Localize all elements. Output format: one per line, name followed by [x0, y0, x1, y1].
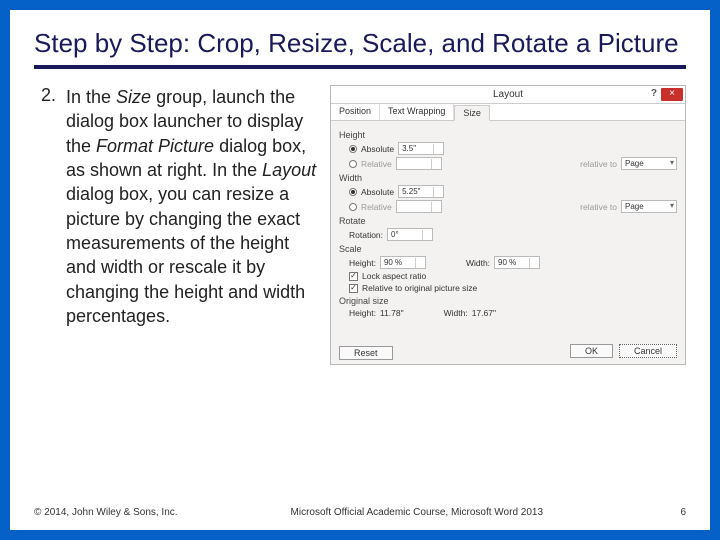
slide-title: Step by Step: Crop, Resize, Scale, and R… [34, 28, 686, 69]
tab-size[interactable]: Size [454, 105, 490, 121]
width-absolute-radio[interactable] [349, 188, 357, 196]
dialog-titlebar: Layout ? × [331, 86, 685, 104]
width-relative-to-dd[interactable]: Page [621, 200, 677, 213]
scale-width-spin[interactable]: 90 % [494, 256, 540, 269]
height-relative-spin[interactable] [396, 157, 442, 170]
lock-aspect-checkbox[interactable]: ✓ [349, 272, 358, 281]
group-width: Width [339, 173, 677, 183]
dialog-tabs: Position Text Wrapping Size [331, 104, 685, 121]
page-number: 6 [656, 507, 686, 518]
t: In the [66, 87, 116, 107]
lbl: Absolute [361, 187, 394, 197]
help-icon[interactable]: ? [651, 88, 657, 99]
lbl: Width: [444, 308, 468, 318]
scale-height-spin[interactable]: 90 % [380, 256, 426, 269]
height-relative-radio[interactable] [349, 160, 357, 168]
reset-button[interactable]: Reset [339, 346, 393, 360]
lbl: Rotation: [349, 230, 383, 240]
lbl: Lock aspect ratio [362, 271, 426, 281]
group-scale: Scale [339, 244, 677, 254]
step-number: 2. [34, 85, 66, 493]
width-relative-spin[interactable] [396, 200, 442, 213]
course-name: Microsoft Official Academic Course, Micr… [178, 507, 656, 518]
val: 17.67" [472, 308, 496, 318]
close-icon[interactable]: × [661, 88, 683, 101]
lbl: Relative [361, 202, 392, 212]
slide-footer: © 2014, John Wiley & Sons, Inc. Microsof… [34, 507, 686, 518]
step-2: 2. In the Size group, launch the dialog … [34, 85, 324, 493]
t: Size [116, 87, 151, 107]
height-absolute-radio[interactable] [349, 145, 357, 153]
relative-original-checkbox[interactable]: ✓ [349, 284, 358, 293]
t: dialog box, you can resize a picture by … [66, 184, 305, 325]
layout-dialog: Layout ? × Position Text Wrapping Size H… [330, 85, 686, 365]
lbl: Relative to original picture size [362, 283, 477, 293]
lbl: Height: [349, 258, 376, 268]
lbl: relative to [580, 202, 617, 212]
group-height: Height [339, 130, 677, 140]
step-text: In the Size group, launch the dialog box… [66, 85, 324, 493]
lbl: relative to [580, 159, 617, 169]
lbl: Width: [466, 258, 490, 268]
ok-button[interactable]: OK [570, 344, 613, 358]
width-absolute-spin[interactable]: 5.25" [398, 185, 444, 198]
rotation-spin[interactable]: 0° [387, 228, 433, 241]
height-absolute-spin[interactable]: 3.5" [398, 142, 444, 155]
cancel-button[interactable]: Cancel [619, 344, 677, 358]
tab-position[interactable]: Position [331, 104, 380, 120]
copyright: © 2014, John Wiley & Sons, Inc. [34, 507, 178, 518]
t: Format Picture [96, 136, 214, 156]
lbl: Height: [349, 308, 376, 318]
width-relative-radio[interactable] [349, 203, 357, 211]
lbl: Absolute [361, 144, 394, 154]
lbl: Relative [361, 159, 392, 169]
tab-text-wrapping[interactable]: Text Wrapping [380, 104, 454, 120]
group-rotate: Rotate [339, 216, 677, 226]
group-original-size: Original size [339, 296, 677, 306]
dialog-title-text: Layout [493, 89, 523, 100]
height-relative-to-dd[interactable]: Page [621, 157, 677, 170]
t: Layout [262, 160, 316, 180]
val: 11.78" [380, 308, 404, 318]
